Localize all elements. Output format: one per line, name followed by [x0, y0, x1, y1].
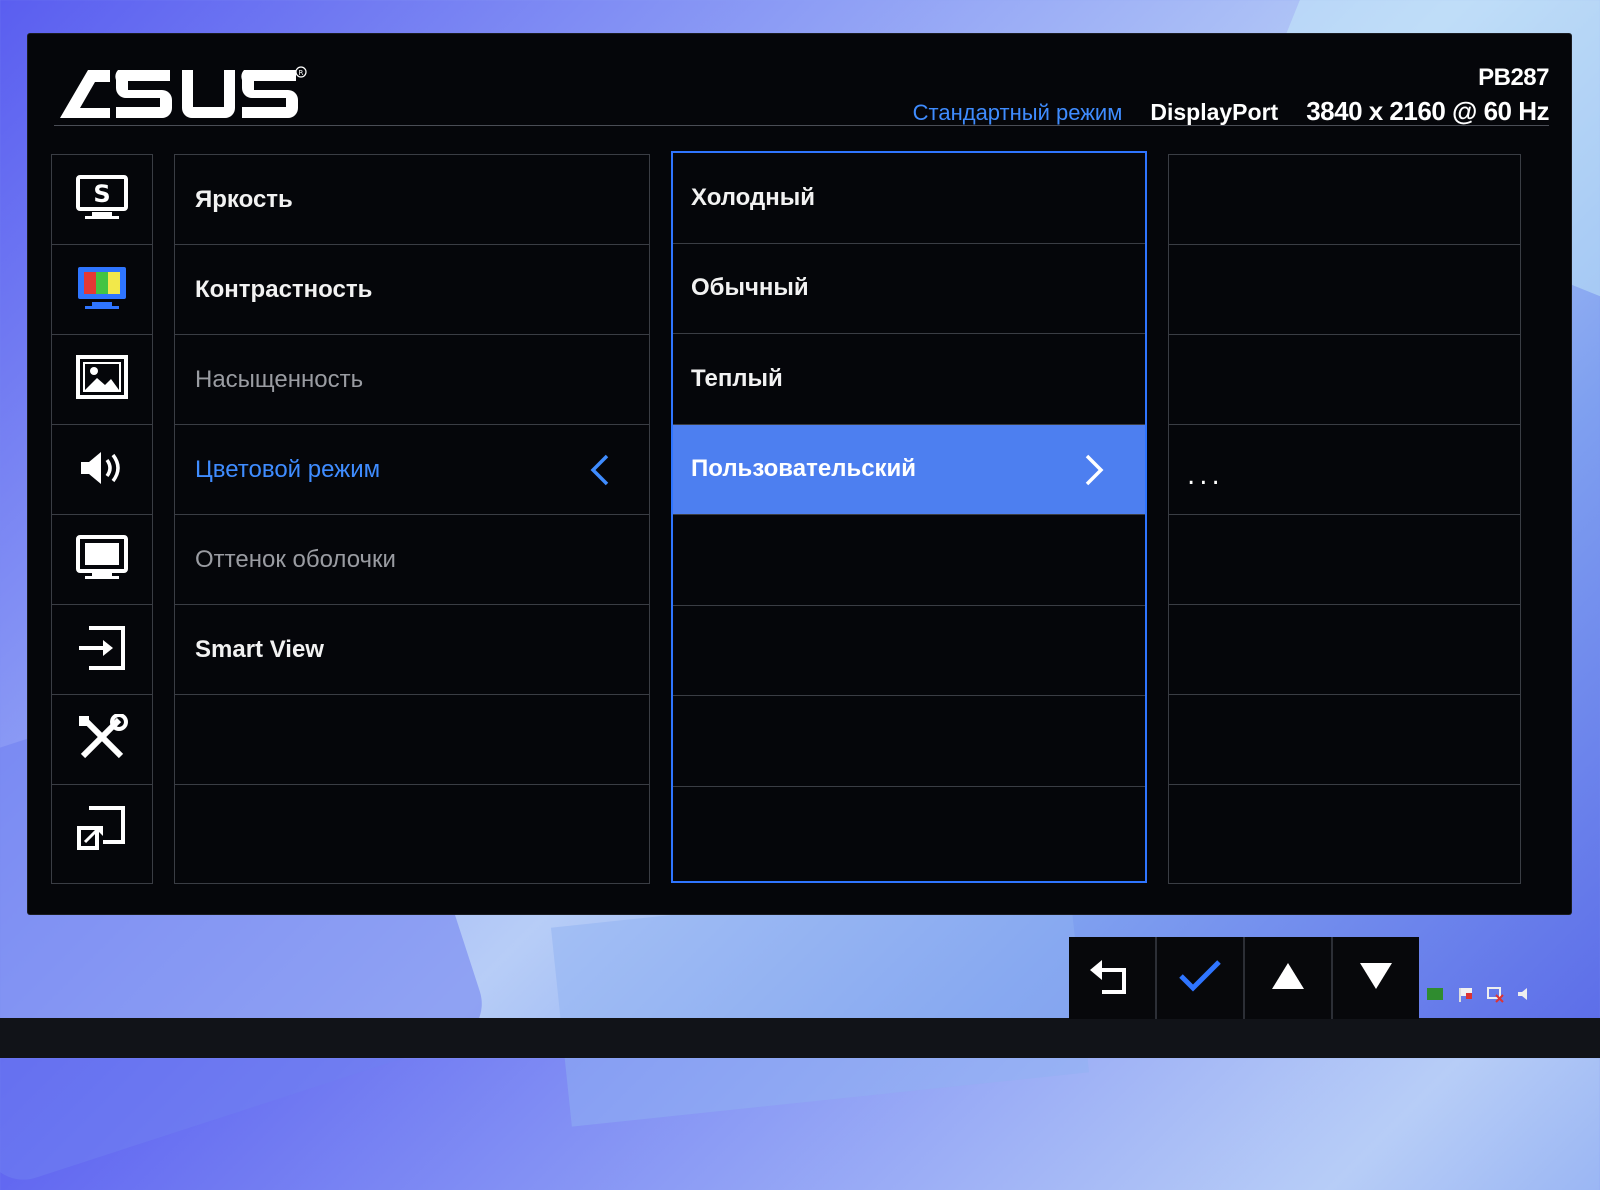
value-row-empty	[1169, 605, 1520, 695]
preset-mode: Стандартный режим	[912, 100, 1123, 125]
value-row-empty	[1169, 785, 1520, 875]
sidebar-item-system[interactable]	[52, 515, 152, 605]
submenu-item-user[interactable]: Пользовательский	[673, 424, 1145, 515]
category-sidebar: S	[51, 154, 153, 884]
value-row-empty	[1169, 695, 1520, 785]
menu-item-label: Контрастность	[195, 275, 373, 303]
menu-item-color-mode[interactable]: Цветовой режим	[175, 425, 649, 515]
menu-item-label: Цветовой режим	[195, 455, 381, 483]
menu-item-label: Smart View	[195, 635, 324, 663]
sidebar-item-shortcut[interactable]	[52, 785, 152, 875]
up-button[interactable]	[1243, 937, 1331, 1019]
value-column: ...	[1168, 154, 1521, 884]
sidebar-item-sound[interactable]	[52, 425, 152, 515]
color-monitor-icon	[75, 264, 129, 316]
splendid-s-icon: S	[75, 174, 129, 226]
input-port: DisplayPort	[1150, 99, 1279, 125]
submenu-item-cool[interactable]: Холодный	[673, 153, 1145, 244]
model-name: PB287	[1478, 64, 1549, 91]
speaker-icon	[75, 444, 129, 496]
system-tray	[1425, 985, 1535, 1003]
flag-icon	[1455, 985, 1475, 1003]
sidebar-item-input[interactable]	[52, 605, 152, 695]
svg-text:R: R	[299, 69, 304, 77]
resolution: 3840 x 2160 @ 60 Hz	[1306, 96, 1549, 126]
submenu-item-label: Теплый	[691, 364, 783, 392]
image-icon	[75, 354, 129, 406]
check-icon	[1177, 958, 1223, 998]
sidebar-item-setup[interactable]	[52, 695, 152, 785]
value-row-empty	[1169, 245, 1520, 335]
submenu-item-empty	[673, 696, 1145, 787]
sidebar-item-splendid[interactable]: S	[52, 155, 152, 245]
back-button[interactable]	[1069, 937, 1155, 1019]
sidebar-item-color[interactable]	[52, 245, 152, 335]
menu-item-skin-tone: Оттенок оболочки	[175, 515, 649, 605]
menu-item-empty	[175, 785, 649, 875]
status-area: PB287 Стандартный режим DisplayPort 3840…	[912, 64, 1550, 127]
menu-item-brightness[interactable]: Яркость	[175, 155, 649, 245]
input-select-icon	[75, 624, 129, 676]
submenu-item-empty	[673, 606, 1145, 696]
submenu-item-label: Обычный	[691, 274, 809, 302]
chevron-left-icon	[589, 453, 611, 491]
submenu-item-label: Холодный	[691, 183, 816, 211]
menu-item-label: Яркость	[195, 185, 293, 213]
up-arrow-icon	[1270, 961, 1306, 995]
volume-icon	[1515, 985, 1535, 1003]
down-arrow-icon	[1358, 961, 1394, 995]
submenu-item-normal[interactable]: Обычный	[673, 244, 1145, 334]
nvidia-icon	[1425, 985, 1445, 1003]
asus-logo: R	[58, 62, 308, 128]
svg-text:S: S	[93, 180, 110, 208]
network-icon	[1485, 985, 1505, 1003]
submenu-item-label: Пользовательский	[691, 455, 917, 483]
taskbar	[0, 1018, 1600, 1058]
tools-icon	[75, 712, 129, 766]
osd-menu: R PB287 Стандартный режим DisplayPort 38…	[28, 34, 1571, 914]
value-row-empty	[1169, 155, 1520, 245]
confirm-button[interactable]	[1155, 937, 1243, 1019]
ellipsis-indicator: ...	[1187, 460, 1224, 491]
value-row-empty	[1169, 515, 1520, 605]
osd-nav-bar	[1069, 937, 1419, 1019]
submenu-item-empty	[673, 787, 1145, 878]
menu-item-smart-view[interactable]: Smart View	[175, 605, 649, 695]
value-row-more[interactable]: ...	[1169, 425, 1520, 515]
monitor-icon	[75, 534, 129, 586]
color-mode-submenu: Холодный Обычный Теплый Пользовательский	[671, 151, 1147, 883]
menu-item-empty	[175, 695, 649, 785]
menu-item-label: Насыщенность	[195, 365, 364, 393]
settings-list: Яркость Контрастность Насыщенность Цвето…	[174, 154, 650, 884]
menu-item-contrast[interactable]: Контрастность	[175, 245, 649, 335]
down-button[interactable]	[1331, 937, 1419, 1019]
chevron-right-icon	[1083, 453, 1105, 491]
menu-item-saturation: Насыщенность	[175, 335, 649, 425]
header-divider	[54, 125, 1549, 126]
submenu-item-empty	[673, 515, 1145, 606]
menu-item-label: Оттенок оболочки	[195, 545, 396, 573]
sidebar-item-image[interactable]	[52, 335, 152, 425]
value-row-empty	[1169, 335, 1520, 425]
shortcut-icon	[75, 804, 129, 856]
back-icon	[1088, 954, 1136, 1002]
submenu-item-warm[interactable]: Теплый	[673, 334, 1145, 425]
